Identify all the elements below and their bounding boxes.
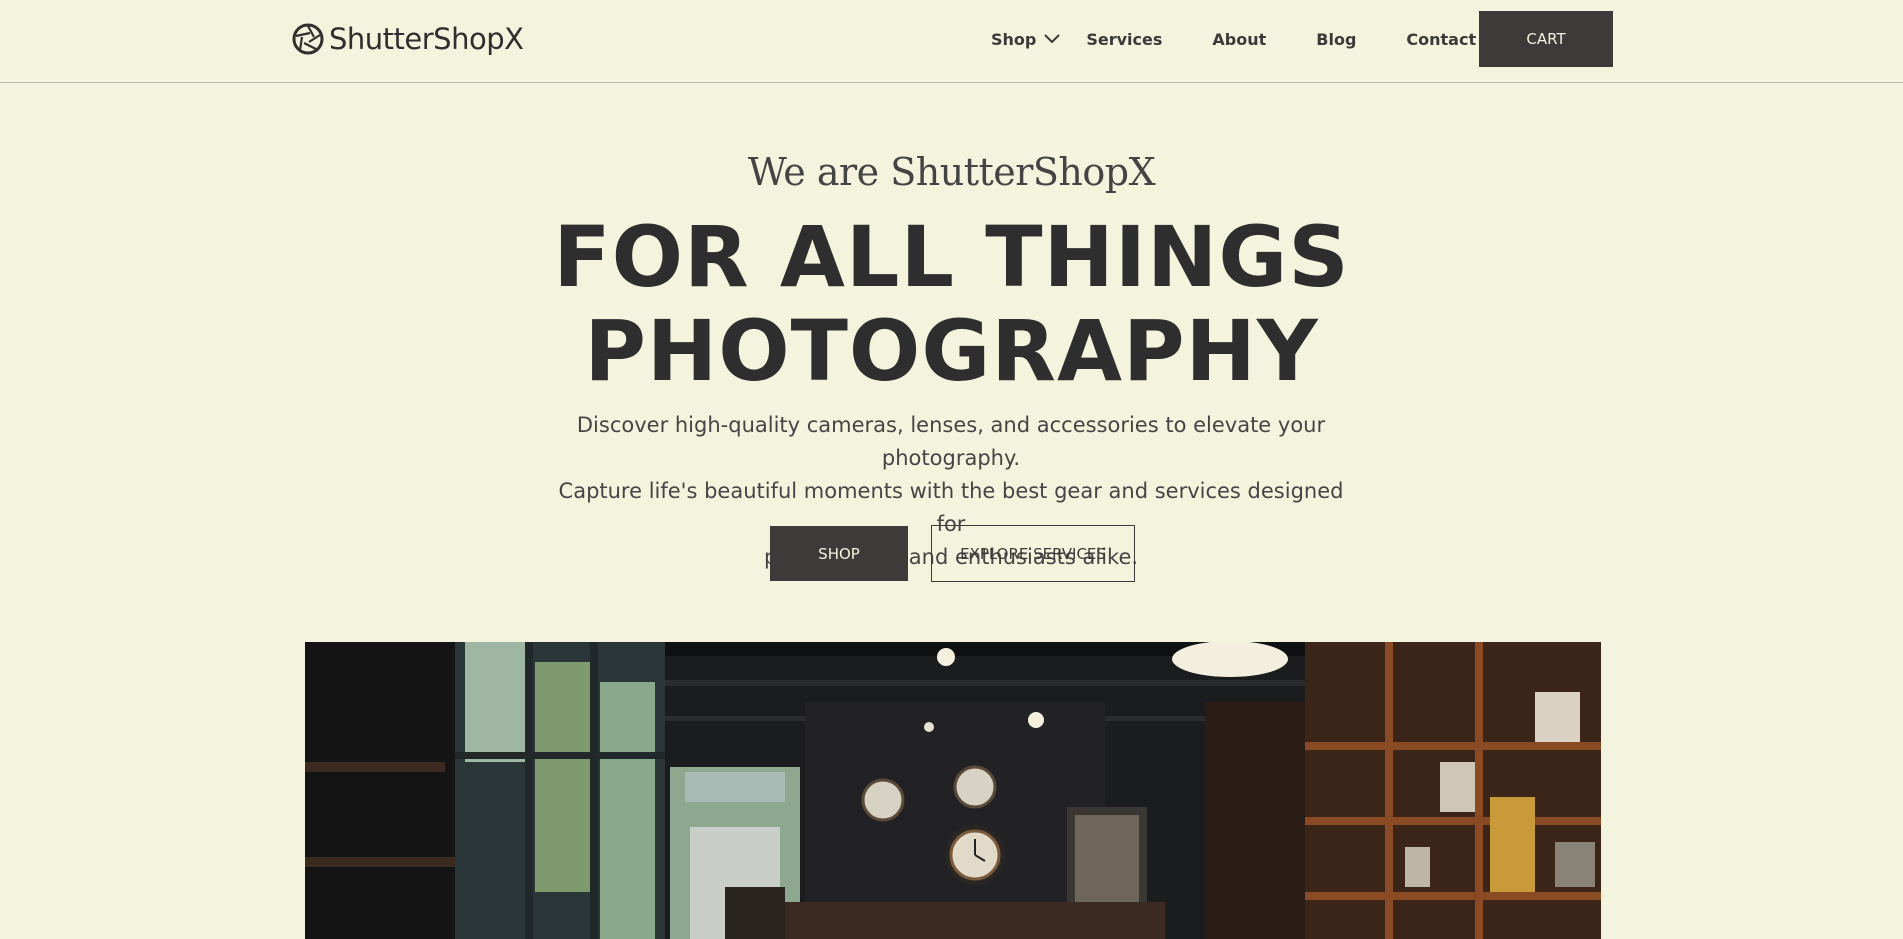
cart-button[interactable]: CART: [1479, 11, 1613, 67]
nav-item-label: Blog: [1316, 29, 1357, 49]
nav-item-services[interactable]: Services: [1086, 30, 1162, 49]
main-nav: Shop Services About Blog Contact: [991, 0, 1476, 78]
chevron-down-icon: [1044, 34, 1061, 44]
nav-item-label: About: [1212, 29, 1267, 49]
nav-item-about[interactable]: About: [1212, 30, 1266, 49]
hero-title-line: PHOTOGRAPHY: [584, 302, 1319, 400]
nav-item-label: Services: [1086, 29, 1163, 49]
nav-item-shop[interactable]: Shop: [991, 29, 1061, 49]
explore-services-button[interactable]: EXPLORE SERVICES: [931, 525, 1135, 582]
shop-button[interactable]: SHOP: [770, 526, 908, 581]
brand-logo[interactable]: ShutterShopX: [292, 22, 524, 56]
hero-image-camera-store: [305, 642, 1601, 939]
nav-item-label: Shop: [991, 29, 1037, 49]
hero-title: FOR ALL THINGS PHOTOGRAPHY: [0, 210, 1903, 398]
nav-item-contact[interactable]: Contact: [1406, 30, 1476, 49]
hero-kicker: We are ShutterShopX: [747, 150, 1156, 194]
hero-title-line: FOR ALL THINGS: [553, 208, 1350, 306]
brand-name: ShutterShopX: [329, 22, 524, 56]
site-header: ShutterShopX Shop Services About Blog Co…: [0, 0, 1903, 83]
nav-item-label: Contact: [1406, 29, 1477, 49]
aperture-icon: [292, 23, 324, 55]
hero-description-line: Discover high-quality cameras, lenses, a…: [576, 413, 1326, 470]
nav-item-blog[interactable]: Blog: [1316, 30, 1356, 49]
